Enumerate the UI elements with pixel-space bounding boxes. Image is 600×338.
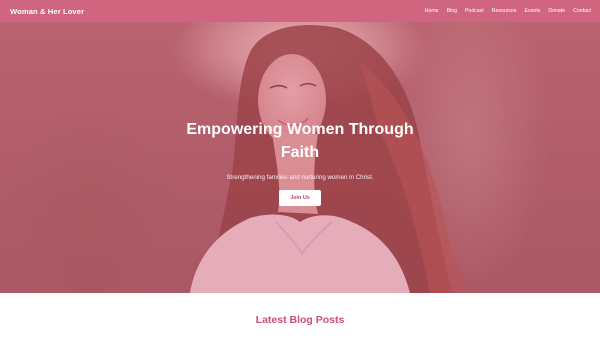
hero-content: Empowering Women Through Faith Strengthe… xyxy=(0,118,600,206)
main-nav: Home Blog Podcast Resources Events Donat… xyxy=(425,8,591,14)
hero-title: Empowering Women Through Faith xyxy=(186,121,414,161)
top-navbar: Woman & Her Lover Home Blog Podcast Reso… xyxy=(0,0,600,22)
hero-subtitle: Strengthening families and nurturing wom… xyxy=(226,174,374,181)
hero-banner: Empowering Women Through Faith Strengthe… xyxy=(0,22,600,293)
nav-link-events[interactable]: Events xyxy=(525,8,541,14)
nav-link-donate[interactable]: Donate xyxy=(548,8,565,14)
join-us-button[interactable]: Join Us xyxy=(279,190,321,206)
nav-link-contact[interactable]: Contact xyxy=(573,8,591,14)
nav-link-resources[interactable]: Resources xyxy=(492,8,517,14)
site-logo-link[interactable]: Woman & Her Lover xyxy=(10,7,84,16)
nav-link-blog[interactable]: Blog xyxy=(447,8,457,14)
nav-link-podcast[interactable]: Podcast xyxy=(465,8,484,14)
nav-link-home[interactable]: Home xyxy=(425,8,439,14)
latest-blog-posts-heading: Latest Blog Posts xyxy=(255,314,345,326)
